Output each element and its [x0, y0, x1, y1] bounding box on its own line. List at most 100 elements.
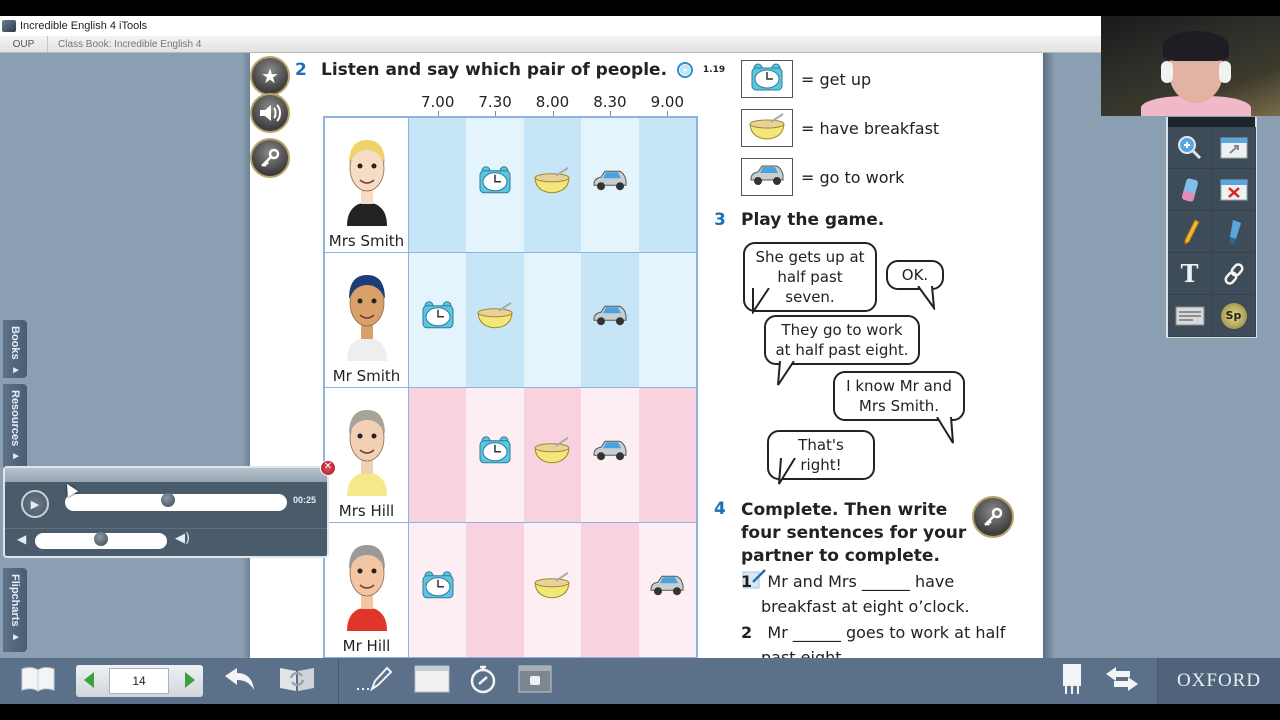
- fullscreen-tool[interactable]: [1212, 127, 1256, 169]
- zoom-tool[interactable]: [1168, 127, 1212, 169]
- eraser-icon: [1181, 177, 1198, 202]
- person-row: Mrs Hill: [325, 388, 696, 523]
- palette-header[interactable]: [1168, 117, 1255, 127]
- seek-knob[interactable]: [160, 493, 175, 507]
- swap-panels-button[interactable]: [1102, 664, 1142, 694]
- legend-label: = go to work: [801, 167, 905, 187]
- bubble-text: That's right!: [798, 436, 844, 474]
- page-number-input[interactable]: 14: [109, 668, 169, 694]
- volume-low-icon[interactable]: ◀: [17, 532, 26, 546]
- seek-slider[interactable]: [65, 493, 287, 511]
- item-text: Mr: [767, 623, 788, 642]
- easel-icon: [1063, 664, 1081, 694]
- timer-button[interactable]: [463, 664, 503, 694]
- answer-blank[interactable]: ______: [862, 572, 910, 591]
- person-name: Mrs Smith: [328, 232, 405, 250]
- screen-shade-button[interactable]: [515, 664, 555, 694]
- person-portrait: Mrs Smith: [325, 118, 409, 252]
- book-view-button[interactable]: [18, 664, 58, 694]
- notes-tool[interactable]: [1168, 295, 1212, 337]
- spotlight-icon: Sp: [1220, 302, 1247, 329]
- oxford-logo: OXFORD: [1158, 658, 1280, 704]
- person-portrait: Mr Smith: [325, 253, 409, 387]
- link-tool[interactable]: [1212, 253, 1256, 295]
- play-button[interactable]: ▶: [21, 490, 49, 518]
- highlighter-tool[interactable]: [1212, 211, 1256, 253]
- toolbar-divider: [338, 658, 339, 704]
- close-window-icon: [1220, 179, 1247, 200]
- previous-page-button[interactable]: [84, 672, 94, 688]
- cereal-bowl-icon: [532, 436, 572, 468]
- person-row: Mr Hill: [325, 523, 696, 658]
- cd-icon[interactable]: [676, 62, 693, 78]
- answer-key-button[interactable]: [250, 138, 290, 178]
- volume-slider[interactable]: [35, 532, 167, 549]
- draw-button[interactable]: [355, 664, 395, 694]
- person-name: Mr Smith: [332, 367, 401, 385]
- time-axis: 7.00 7.30 8.00 8.30 9.00: [410, 93, 700, 117]
- bubble-text: OK.: [901, 266, 929, 284]
- window-title: Incredible English 4 iTools: [20, 20, 148, 32]
- track-number: 1.19: [702, 65, 726, 75]
- item-number: 2: [741, 623, 753, 642]
- schedule-cell: [466, 523, 524, 657]
- schedule-cell: [466, 253, 524, 387]
- blank-window-icon: [414, 665, 450, 693]
- magnifier-icon: [1177, 135, 1201, 159]
- car-icon: [591, 303, 629, 331]
- schedule-cell: [466, 388, 524, 522]
- person-illustration: [347, 410, 387, 496]
- webcam-person-cap: [1163, 31, 1229, 61]
- shade-window-icon: [518, 665, 552, 693]
- close-player-button[interactable]: ✕: [320, 460, 336, 476]
- volume-high-icon[interactable]: ◀): [175, 531, 190, 546]
- exercise-3-number: 3: [714, 210, 726, 230]
- star-button[interactable]: ★: [250, 56, 290, 96]
- speaker-icon: [260, 104, 281, 122]
- cereal-bowl-icon: [747, 112, 787, 144]
- tab-class-book[interactable]: Class Book: Incredible English 4: [48, 39, 201, 50]
- side-tab-flipcharts[interactable]: Flipcharts ▶: [3, 568, 27, 652]
- exercise-4-item-1-line-2: breakfast at eight o’clock.: [761, 597, 970, 616]
- bubble-tail: [752, 288, 770, 314]
- time-label: 8.30: [593, 93, 627, 111]
- text-tool[interactable]: T: [1168, 253, 1212, 295]
- spotlight-tool[interactable]: Sp: [1212, 295, 1256, 337]
- cereal-bowl-icon: [532, 571, 572, 603]
- page-turn-button[interactable]: [275, 664, 319, 694]
- exercise-4-item-1: 1 Mr and Mrs ______ have: [741, 569, 954, 594]
- flip-pages-icon: [280, 668, 314, 691]
- item-text: goes to work at half: [845, 623, 1006, 642]
- answer-blank[interactable]: ______: [793, 623, 841, 642]
- schedule-cell: [581, 118, 639, 252]
- time-label: 7.00: [420, 93, 455, 111]
- cereal-bowl-icon: [532, 166, 572, 198]
- alarm-clock-icon: [477, 166, 513, 198]
- schedule-cell: [581, 253, 639, 387]
- tab-oup[interactable]: OUP: [0, 36, 48, 52]
- schedule-cell: [523, 388, 582, 522]
- item-text: Mr and Mrs: [767, 572, 857, 591]
- page-shadow-left: [242, 53, 250, 658]
- schedule-grid: Mrs Smith Mr Smith Mrs Hill Mr Hill: [323, 116, 698, 658]
- schedule-cell: [523, 253, 582, 387]
- time-label: 7.30: [478, 93, 512, 111]
- blank-page-button[interactable]: [412, 664, 452, 694]
- clear-tool[interactable]: [1212, 169, 1256, 211]
- eraser-tool[interactable]: [1168, 169, 1212, 211]
- screen: Incredible English 4 iTools OUP Class Bo…: [0, 0, 1280, 720]
- side-tab-resources[interactable]: Resources ▶: [3, 384, 27, 470]
- audio-button[interactable]: [250, 93, 290, 133]
- notepad-icon: [1175, 306, 1204, 325]
- back-button[interactable]: [220, 664, 260, 694]
- next-page-button[interactable]: [185, 672, 195, 688]
- volume-knob[interactable]: [94, 532, 108, 546]
- flipchart-button[interactable]: [1052, 664, 1092, 694]
- bubble-text: They go to work at half past eight.: [775, 321, 909, 359]
- exercise-2-number: 2: [295, 60, 307, 80]
- player-drag-handle[interactable]: [5, 468, 327, 482]
- pencil-tool[interactable]: [1168, 211, 1212, 253]
- exercise-4-number: 4: [714, 499, 726, 519]
- side-tab-books[interactable]: Books ▶: [3, 320, 27, 378]
- answer-key-button-4[interactable]: [972, 496, 1014, 538]
